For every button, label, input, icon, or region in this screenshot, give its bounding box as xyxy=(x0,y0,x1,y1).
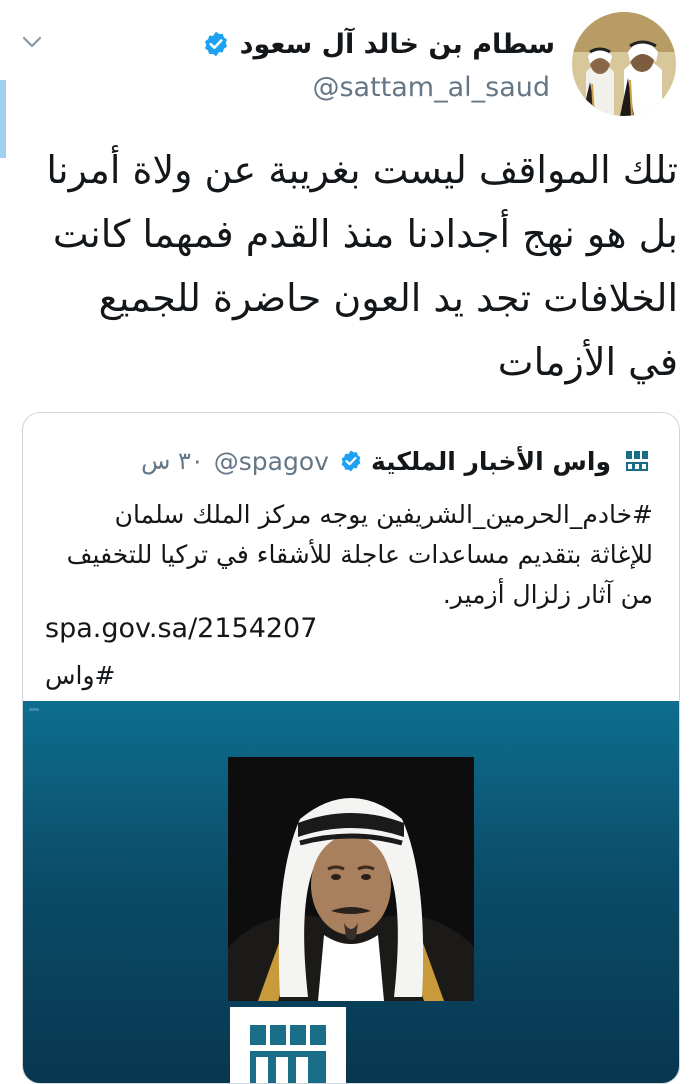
verified-badge-icon xyxy=(204,31,227,57)
author-handle[interactable]: @sattam_al_saud xyxy=(312,72,550,103)
spa-logo-badge xyxy=(230,1007,346,1083)
author-display-name[interactable]: سطام بن خالد آل سعود xyxy=(240,29,555,60)
quoted-author-display-name: واس الأخبار الملكية xyxy=(370,446,611,476)
media-dash-icon xyxy=(29,708,39,711)
avatar[interactable] xyxy=(572,12,676,116)
quoted-tweet-header: ٣٠ س @spagov واس الأخبار الملكية xyxy=(141,441,651,481)
portrait-image xyxy=(228,757,474,1001)
spa-logo-icon xyxy=(626,451,648,471)
quoted-tweet-time: ٣٠ س xyxy=(141,447,204,475)
scroll-indicator xyxy=(0,80,6,158)
quoted-tweet-media[interactable] xyxy=(23,701,679,1083)
quoted-tweet-text: #خادم_الحرمين_الشريفين يوجه مركز الملك س… xyxy=(66,500,653,609)
quoted-tweet-hashtag[interactable]: #واس xyxy=(45,661,115,690)
chevron-down-icon[interactable] xyxy=(20,30,44,54)
quoted-author-handle: @spagov xyxy=(213,446,329,476)
portrait-drawing-icon xyxy=(228,757,474,1001)
quoted-tweet-link[interactable]: spa.gov.sa/2154207 xyxy=(45,613,317,644)
tweet-text: تلك المواقف ليست بغريبة عن ولاة أمرنا بل… xyxy=(46,148,678,384)
author-header[interactable]: سطام بن خالد آل سعود xyxy=(202,24,555,64)
avatar-photo-icon xyxy=(572,12,676,116)
spa-logo-icon xyxy=(230,1007,346,1083)
quoted-tweet-card[interactable]: ٣٠ س @spagov واس الأخبار الملكية #خادم_ا… xyxy=(22,412,680,1084)
verified-badge-icon xyxy=(341,450,361,472)
